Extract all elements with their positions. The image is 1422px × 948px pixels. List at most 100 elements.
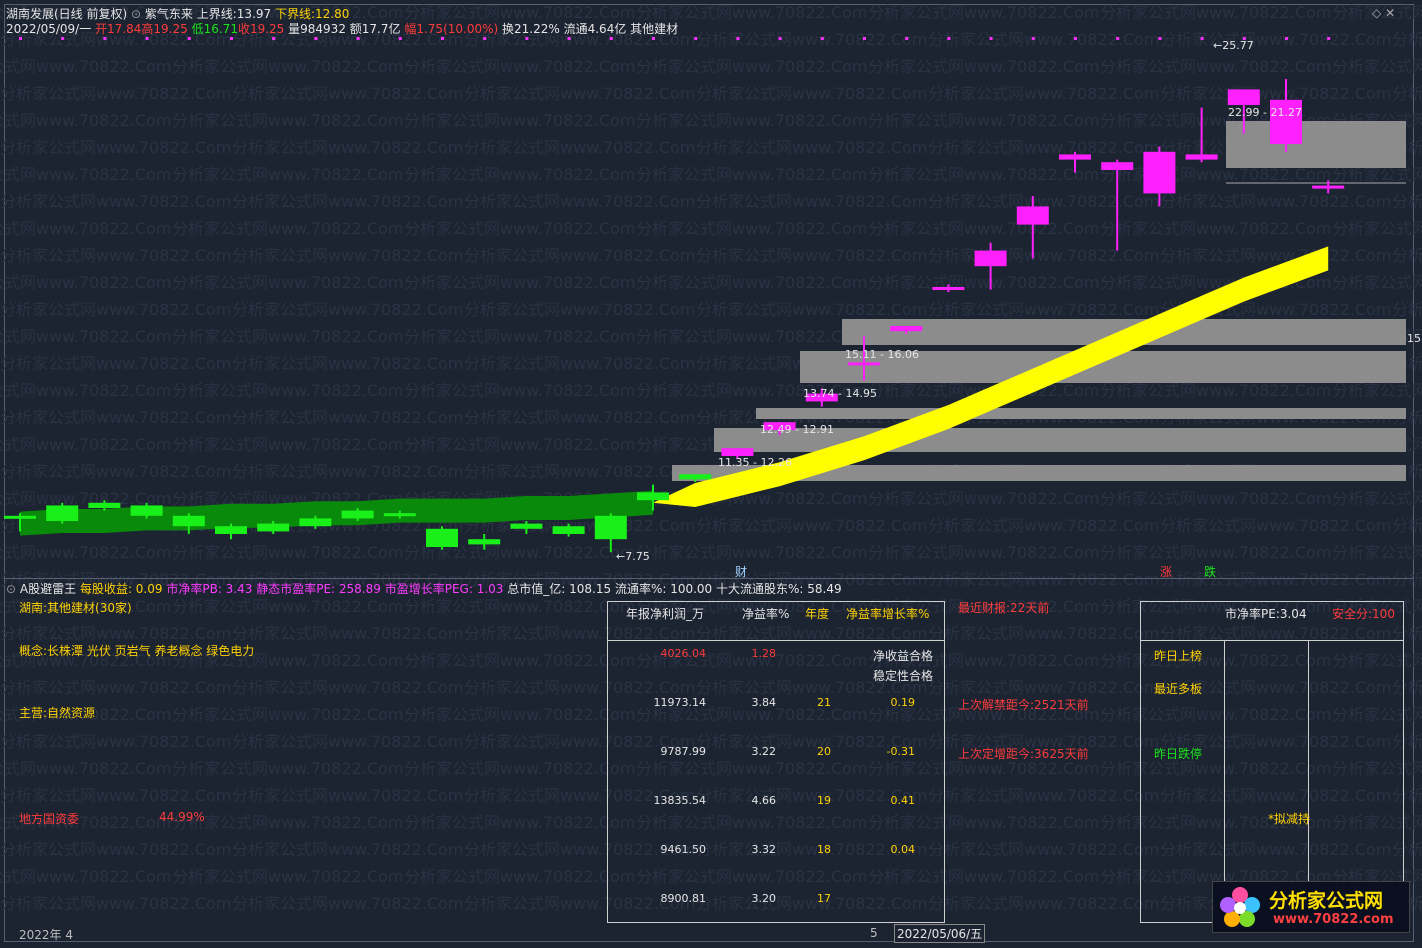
turnover-label: 换21.22% xyxy=(502,22,560,36)
watermark-text: 分析家公式网www.70822.Com xyxy=(172,273,403,292)
signal-dot xyxy=(694,37,698,40)
watermark-text: 分析家公式网www.70822.Com xyxy=(1332,381,1422,400)
watermark-text: 分析家公式网www.70822.Com xyxy=(636,273,867,292)
watermark-text: 分析家公式网www.70822.Com xyxy=(232,138,463,157)
signal-dot xyxy=(356,37,360,40)
watermark-text: 分析家公式网www.70822.Com xyxy=(464,408,695,427)
open-label: 开17.84 xyxy=(95,22,142,36)
x-axis-start: 2022年 4 xyxy=(19,928,73,942)
candle-body xyxy=(848,362,880,366)
watermark-text: 分析家公式网www.70822.Com xyxy=(868,3,1099,22)
stock-name[interactable]: 湖南发展(日线 前复权) xyxy=(6,7,127,21)
watermark-text: 分析家公式网www.70822.Com xyxy=(0,786,231,805)
candle-body xyxy=(1143,151,1176,194)
candle-body xyxy=(932,287,965,290)
watermark-text: 分析家公式网www.70822.Com xyxy=(464,300,695,319)
float-value-label: 流通4.64亿 xyxy=(563,22,627,36)
watermark-text: 分析家公式网www.70822.Com xyxy=(232,192,463,211)
signal-dot xyxy=(314,37,318,40)
status-stability: 稳定性合格 xyxy=(873,669,934,683)
settings-icon[interactable]: ⊙ xyxy=(131,7,141,21)
diamond-icon[interactable]: ◇ xyxy=(1372,6,1381,20)
close-icon[interactable]: ✕ xyxy=(1385,6,1395,20)
watermark-text: 分析家公式网www.70822.Com xyxy=(1392,192,1422,211)
watermark-text: 分析家公式网www.70822.Com xyxy=(232,246,463,265)
owner-label: 地方国资委 xyxy=(19,812,80,826)
region-label: 湖南:其他建材(30家) xyxy=(19,601,132,615)
watermark-text: 分析家公式网www.70822.Com xyxy=(232,354,463,373)
watermark-text: 分析家公式网www.70822.Com xyxy=(1392,30,1422,49)
watermark-text: 分析家公式网www.70822.Com xyxy=(404,813,635,832)
watermark-text: 分析家公式网www.70822.Com xyxy=(232,300,463,319)
watermark-text: 分析家公式网www.70822.Com xyxy=(928,246,1159,265)
bottom-title[interactable]: A股避雷王 xyxy=(20,582,76,596)
signal-dot xyxy=(230,37,233,40)
watermark-text: 分析家公式网www.70822.Com xyxy=(172,759,403,778)
candle-body xyxy=(130,505,163,516)
signal-dot xyxy=(1200,37,1204,40)
signal-dot xyxy=(652,37,655,40)
report-info: 最近财报:22天前 xyxy=(958,601,1050,615)
watermark-text: 分析家公式网www.70822.Com xyxy=(464,84,695,103)
watermark-text: 分析家公式网www.70822.Com xyxy=(1332,543,1422,562)
watermark-text: 分析家公式网www.70822.Com xyxy=(1100,57,1331,76)
x-axis-mid: 5 xyxy=(870,926,878,940)
watermark-text: 分析家公式网www.70822.Com xyxy=(1332,219,1422,238)
watermark-text: 分析家公式网www.70822.Com xyxy=(1100,3,1331,22)
bottom-price-value: 7.75 xyxy=(625,550,650,563)
volume-label: 量984932 xyxy=(288,22,346,36)
settings-icon-2[interactable]: ⊙ xyxy=(6,582,16,596)
eps-label: 每股收益: 0.09 xyxy=(79,582,163,596)
amount-label: 额17.7亿 xyxy=(349,22,401,36)
table-cell: 4.66 xyxy=(751,794,777,807)
watermark-text: 分析家公式网www.70822.Com xyxy=(636,111,867,130)
signal-dot xyxy=(61,37,65,40)
watermark-text: 分析家公式网www.70822.Com xyxy=(868,165,1099,184)
table-header-year: 年度 xyxy=(805,607,830,621)
candle-body xyxy=(46,505,79,521)
candle-body xyxy=(974,250,1007,267)
table-cell: 18 xyxy=(817,843,831,856)
candle-body xyxy=(468,539,501,545)
risk-table-header-divider xyxy=(1140,640,1404,641)
candle-body xyxy=(1227,89,1260,105)
watermark-text: 分析家公式网www.70822.Com xyxy=(232,786,463,805)
watermark-text: 分析家公式网www.70822.Com xyxy=(172,813,403,832)
yesterday-drop: 昨日跌停 xyxy=(1154,747,1203,761)
watermark-text: 分析家公式网www.70822.Com xyxy=(232,894,463,913)
watermark-text: 分析家公式网www.70822.Com xyxy=(1160,516,1391,535)
signal-dot xyxy=(905,37,909,40)
date-label: 2022/05/09/一 xyxy=(6,22,92,36)
watermark-text: 分析家公式网www.70822.Com xyxy=(172,435,403,454)
watermark-text: 分析家公式网www.70822.Com xyxy=(404,273,635,292)
watermark-text: 分析家公式网www.70822.Com xyxy=(232,408,463,427)
peg-label: 市盈增长率PEG: 1.03 xyxy=(384,582,504,596)
candle-body xyxy=(215,526,247,534)
watermark-text: 分析家公式网www.70822.Com xyxy=(1160,246,1391,265)
watermark-text: 分析家公式网www.70822.Com xyxy=(636,57,867,76)
change-label: 幅1.75(10.00%) xyxy=(404,22,499,36)
watermark-text: 分析家公式网www.70822.Com xyxy=(0,192,231,211)
table-cell: 11973.14 xyxy=(653,696,707,709)
site-logo[interactable]: 分析家公式网 www.70822.com xyxy=(1212,881,1410,933)
watermark-text: 分析家公式网www.70822.Com xyxy=(928,894,1159,913)
signal-dot xyxy=(1158,37,1162,40)
recent-boards: 最近多板 xyxy=(1154,682,1203,696)
watermark-text: 分析家公式网www.70822.Com xyxy=(464,138,695,157)
risk-safety: 安全分:100 xyxy=(1332,607,1395,621)
close-label: 收19.25 xyxy=(237,22,285,36)
signal-dot xyxy=(778,37,782,40)
watermark-text: 分析家公式网www.70822.Com xyxy=(0,867,171,886)
watermark-text: 分析家公式网www.70822.Com xyxy=(464,192,695,211)
watermark-text: 分析家公式网www.70822.Com xyxy=(696,516,927,535)
watermark-text: 分析家公式网www.70822.Com xyxy=(404,651,635,670)
watermark-text: 分析家公式网www.70822.Com xyxy=(1100,543,1331,562)
table-cell: 0.19 xyxy=(890,696,916,709)
candle-body xyxy=(1059,154,1091,160)
zone-label-3: 13.74 - 14.95 xyxy=(803,387,877,400)
indicator-name[interactable]: 紫气东来 xyxy=(145,7,193,21)
signal-dot xyxy=(736,37,740,40)
signal-dot xyxy=(187,37,191,40)
owner-pct-label: 44.99% xyxy=(159,810,205,824)
table-cell: 3.32 xyxy=(751,843,777,856)
